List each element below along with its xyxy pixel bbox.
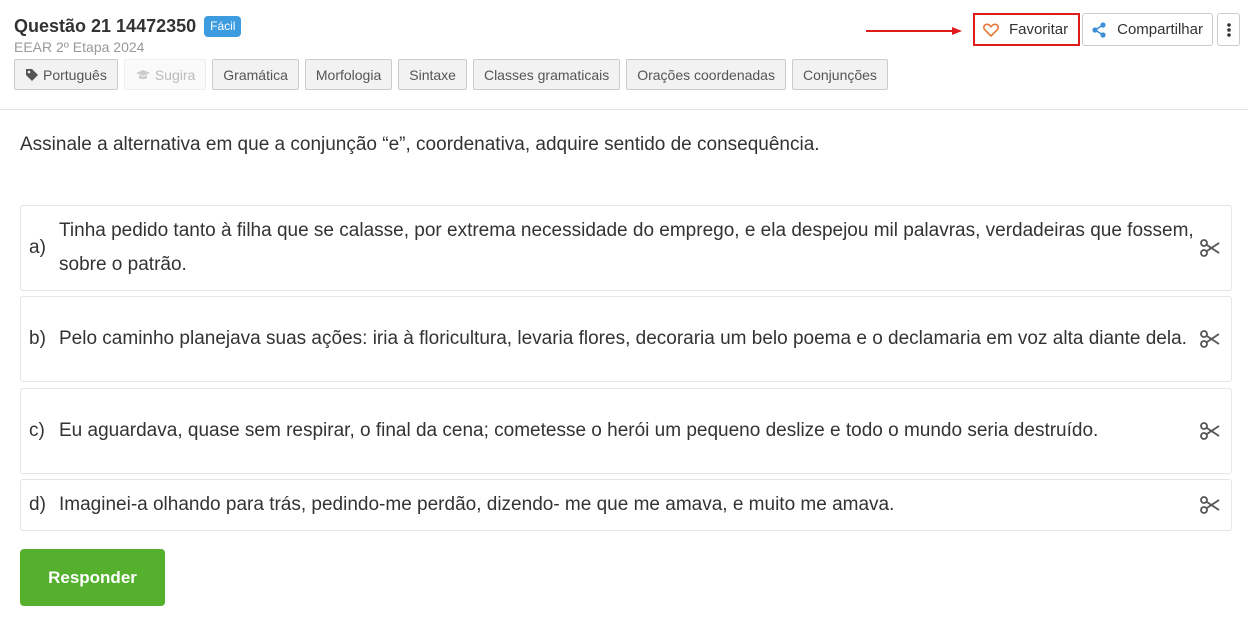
tag-label: Orações coordenadas xyxy=(637,66,775,83)
tag-icon xyxy=(25,68,39,82)
question-statement: Assinale a alternativa em que a conjunçã… xyxy=(20,134,820,155)
alternative-c[interactable]: c) Eu aguardava, quase sem respirar, o f… xyxy=(20,388,1232,474)
alternative-letter: c) xyxy=(29,420,45,441)
more-options-button[interactable] xyxy=(1217,13,1240,46)
alternative-text: Imaginei-a olhando para trás, pedindo-me… xyxy=(59,494,895,515)
action-buttons: Favoritar Compartilhar xyxy=(972,13,1240,46)
kebab-menu-icon xyxy=(1226,22,1231,38)
tag-list: Português Sugira Gramática Morfologia Si… xyxy=(14,59,894,90)
tag-classes-gramaticais[interactable]: Classes gramaticais xyxy=(472,59,621,90)
graduation-cap-icon xyxy=(135,69,151,81)
alternative-a[interactable]: a) Tinha pedido tanto à filha que se cal… xyxy=(20,205,1232,291)
favorite-button[interactable]: Favoritar xyxy=(972,13,1081,46)
tag-label: Classes gramaticais xyxy=(483,66,610,83)
scissors-icon[interactable] xyxy=(1200,239,1220,257)
tag-portugues[interactable]: Português xyxy=(14,59,118,90)
title-row: Questão 21 14472350 Fácil xyxy=(14,16,242,37)
submit-answer-button[interactable]: Responder xyxy=(20,549,165,606)
tag-label: Gramática xyxy=(223,66,288,83)
tag-oracoes-coordenadas[interactable]: Orações coordenadas xyxy=(626,59,786,90)
tag-label: Sintaxe xyxy=(409,66,456,83)
question-title: Questão 21 14472350 xyxy=(14,16,197,36)
tag-gramatica[interactable]: Gramática xyxy=(212,59,299,90)
exam-name: EEAR 2º Etapa 2024 xyxy=(14,39,145,55)
alternative-text: Eu aguardava, quase sem respirar, o fina… xyxy=(59,420,1099,441)
alternative-text: Tinha pedido tanto à filha que se calass… xyxy=(59,220,1194,275)
alternative-text: Pelo caminho planejava suas ações: iria … xyxy=(59,328,1187,349)
alternative-b[interactable]: b) Pelo caminho planejava suas ações: ir… xyxy=(20,296,1232,382)
tag-label: Morfologia xyxy=(315,66,382,83)
tag-label: Português xyxy=(43,66,107,83)
tag-conjuncoes[interactable]: Conjunções xyxy=(791,59,888,90)
question-header: Questão 21 14472350 Fácil EEAR 2º Etapa … xyxy=(0,0,1248,110)
heart-icon xyxy=(982,23,999,37)
tag-sintaxe[interactable]: Sintaxe xyxy=(398,59,467,90)
share-button[interactable]: Compartilhar xyxy=(1082,13,1213,46)
tag-sugira[interactable]: Sugira xyxy=(123,59,207,90)
tag-label: Conjunções xyxy=(802,66,877,83)
tag-morfologia[interactable]: Morfologia xyxy=(304,59,393,90)
scissors-icon[interactable] xyxy=(1200,422,1220,440)
alternative-letter: b) xyxy=(29,328,46,349)
tag-label: Sugira xyxy=(154,66,196,83)
favorite-label: Favoritar xyxy=(1008,21,1069,38)
alternative-letter: d) xyxy=(29,494,46,515)
difficulty-badge: Fácil xyxy=(204,16,242,37)
scissors-icon[interactable] xyxy=(1200,330,1220,348)
alternative-letter: a) xyxy=(29,237,46,258)
share-icon xyxy=(1091,21,1107,38)
alternative-d[interactable]: d) Imaginei-a olhando para trás, pedindo… xyxy=(20,479,1232,531)
share-label: Compartilhar xyxy=(1117,21,1203,38)
highlight-arrow xyxy=(866,27,962,35)
scissors-icon[interactable] xyxy=(1200,496,1220,514)
